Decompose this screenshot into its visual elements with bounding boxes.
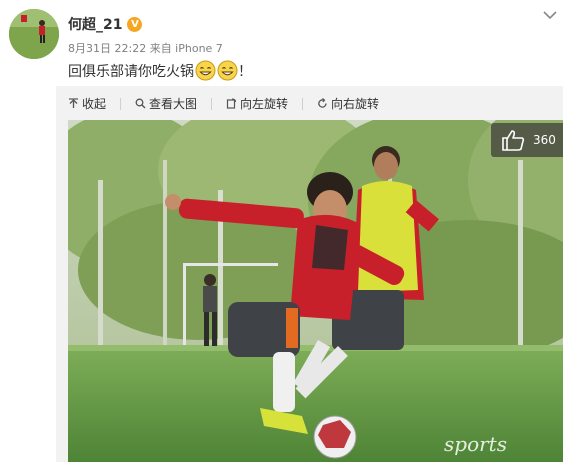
media-toolbar: 收起 查看大图 向左旋转 向右旋转 — [68, 95, 379, 112]
rotate-left-button[interactable]: 向左旋转 — [226, 95, 288, 112]
like-button[interactable]: 360 — [491, 123, 563, 157]
post-content: 回俱乐部请你吃火锅 ！ — [68, 60, 252, 81]
avatar[interactable] — [9, 9, 59, 59]
grin-emoji-icon — [195, 60, 216, 81]
post-meta: 8月31日 22:22 来自 iPhone 7 — [68, 42, 223, 55]
magnifier-icon — [135, 98, 146, 109]
toolbar-divider — [302, 97, 304, 110]
thumbs-up-icon — [502, 130, 525, 151]
chevron-down-icon[interactable] — [543, 10, 557, 20]
grin-emoji-icon — [217, 60, 238, 81]
photo-watermark: sports — [444, 432, 507, 456]
soccer-training-photo — [68, 120, 563, 462]
toolbar-divider — [211, 97, 213, 110]
post-text-suffix: ！ — [238, 63, 252, 80]
rotate-right-label: 向右旋转 — [331, 97, 380, 111]
rotate-right-button[interactable]: 向右旋转 — [317, 95, 379, 112]
username[interactable]: 何超_21 — [68, 14, 122, 34]
verified-badge-icon: V — [127, 16, 143, 32]
toolbar-divider — [120, 97, 122, 110]
collapse-label: 收起 — [82, 97, 107, 111]
like-count: 360 — [533, 133, 556, 147]
collapse-button[interactable]: 收起 — [68, 95, 106, 112]
post-photo[interactable] — [68, 120, 563, 462]
arrow-up-icon — [69, 98, 78, 108]
rotate-left-label: 向左旋转 — [240, 97, 289, 111]
weibo-post: 何超_21 V 8月31日 22:22 来自 iPhone 7 回俱乐部请你吃火… — [0, 0, 563, 462]
rotate-right-icon — [318, 98, 327, 108]
view-large-label: 查看大图 — [149, 97, 198, 111]
rotate-left-icon — [226, 98, 237, 109]
view-large-button[interactable]: 查看大图 — [135, 95, 197, 112]
post-text: 回俱乐部请你吃火锅 — [68, 63, 194, 80]
username-row: 何超_21 V — [68, 14, 143, 34]
